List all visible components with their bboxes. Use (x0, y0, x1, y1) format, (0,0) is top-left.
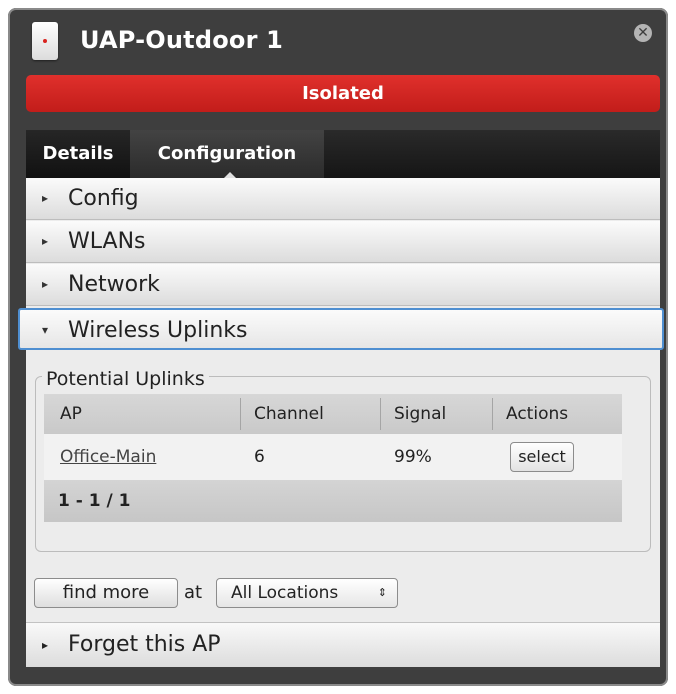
section-config[interactable]: ▸ Config (26, 178, 660, 220)
uplink-ap-link[interactable]: Office-Main (60, 434, 156, 480)
potential-uplinks-legend: Potential Uplinks (42, 368, 209, 390)
uap-device-icon (32, 22, 58, 60)
find-more-button[interactable]: find more (34, 578, 178, 608)
expanded-arrow-icon: ▾ (42, 323, 49, 337)
section-forget-ap-label: Forget this AP (68, 632, 221, 657)
location-select[interactable]: All Locations ⇕ (216, 578, 398, 608)
column-divider (380, 398, 381, 430)
close-icon[interactable]: ✕ (634, 24, 652, 42)
tab-configuration[interactable]: Configuration (130, 130, 324, 178)
section-wireless-uplinks-label: Wireless Uplinks (68, 318, 248, 343)
window-title: UAP-Outdoor 1 (80, 26, 284, 54)
column-header-signal[interactable]: Signal (394, 394, 446, 434)
tab-bar: Details Configuration (26, 130, 660, 178)
section-config-label: Config (68, 186, 139, 211)
section-wireless-uplinks[interactable]: ▾ Wireless Uplinks (18, 308, 664, 350)
section-wlans-label: WLANs (68, 229, 146, 254)
uplink-signal: 99% (394, 447, 432, 467)
section-network-label: Network (68, 272, 160, 297)
column-header-actions: Actions (506, 404, 569, 424)
find-at-label: at (184, 582, 203, 603)
device-led-icon (43, 39, 47, 43)
table-pager: 1 - 1 / 1 (44, 480, 622, 522)
column-header-ap[interactable]: AP (60, 394, 82, 434)
location-select-value: All Locations (231, 583, 339, 603)
collapsed-arrow-icon: ▸ (42, 638, 49, 652)
column-divider (240, 398, 241, 430)
window-titlebar: UAP-Outdoor 1 ✕ (16, 18, 660, 70)
section-wlans[interactable]: ▸ WLANs (26, 221, 660, 263)
table-header: AP Channel Signal Actions (44, 394, 622, 434)
section-network[interactable]: ▸ Network (26, 264, 660, 306)
configuration-panel: ▸ Config ▸ WLANs ▸ Network ▾ Wireless Up… (18, 178, 664, 667)
select-uplink-button[interactable]: select (510, 442, 574, 472)
tab-details[interactable]: Details (26, 130, 130, 178)
collapsed-arrow-icon: ▸ (42, 234, 49, 248)
status-banner: Isolated (26, 75, 660, 112)
column-header-channel[interactable]: Channel (254, 394, 324, 434)
table-row: Office-Main 6 99% select (44, 434, 622, 480)
find-more-row: find more at All Locations ⇕ (26, 578, 660, 614)
section-forget-ap[interactable]: ▸ Forget this AP (26, 622, 660, 667)
collapsed-arrow-icon: ▸ (42, 191, 49, 205)
column-divider (492, 398, 493, 430)
uplink-channel: 6 (254, 447, 265, 467)
pager-range: 1 - 1 / 1 (58, 491, 131, 511)
select-arrows-icon: ⇕ (377, 586, 387, 599)
collapsed-arrow-icon: ▸ (42, 277, 49, 291)
